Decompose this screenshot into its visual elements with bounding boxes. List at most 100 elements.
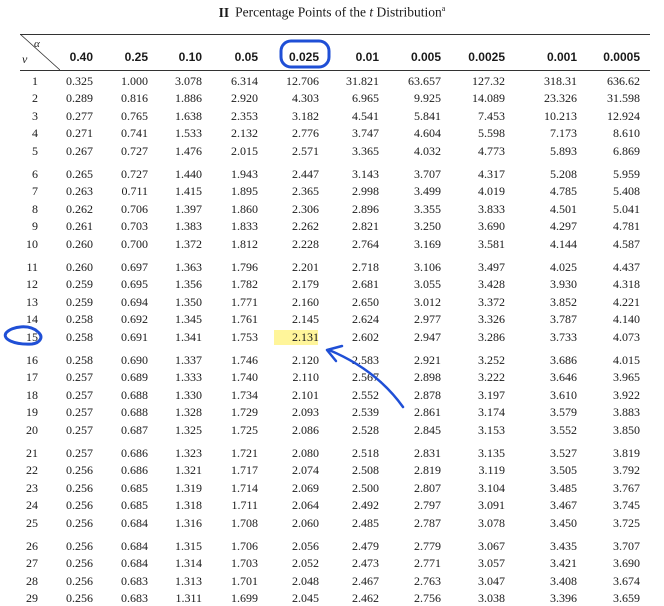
- table-cell: 0.700: [121, 236, 148, 251]
- table-cell: 2.898: [414, 370, 441, 385]
- table-cell: 2.539: [352, 405, 379, 420]
- row-df-label: 27: [26, 556, 38, 571]
- table-cell: 3.747: [352, 126, 379, 141]
- table-cell: 2.110: [292, 370, 319, 385]
- table-cell: 0.695: [121, 277, 148, 292]
- table-cell: 2.878: [414, 387, 441, 402]
- row-df-label: 10: [26, 236, 38, 251]
- table-cell: 3.707: [613, 539, 640, 553]
- table-cell: 2.160: [292, 294, 319, 309]
- table-cell: 2.602: [352, 329, 379, 344]
- table-cell: 0.325: [66, 74, 93, 88]
- table-cell: 1.711: [231, 498, 258, 513]
- table-cell: 3.450: [550, 515, 577, 530]
- table-cell: 2.718: [352, 260, 379, 274]
- table-cell: 7.453: [478, 108, 505, 123]
- table-cell: 1.833: [231, 219, 258, 234]
- table-cell: 3.725: [613, 515, 640, 530]
- table-cell: 6.314: [231, 74, 258, 88]
- table-cell: 0.256: [66, 498, 93, 513]
- table-cell: 2.552: [352, 387, 379, 402]
- table-cell: 4.501: [550, 201, 577, 216]
- row-df-label: 11: [26, 260, 38, 274]
- table-cell: 0.262: [66, 201, 93, 216]
- row-df-label: 4: [32, 126, 38, 141]
- row-df-label: 16: [26, 353, 38, 367]
- table-cell: 1.706: [231, 539, 258, 553]
- table-cell: 3.252: [478, 353, 505, 367]
- table-cell: 1.753: [231, 329, 258, 344]
- table-cell: 0.727: [121, 143, 148, 158]
- table-cell: 2.776: [292, 126, 319, 141]
- table-cell: 1.341: [175, 329, 202, 344]
- table-cell: 1.325: [175, 422, 202, 437]
- table-cell: 2.920: [231, 91, 258, 106]
- table-cell: 2.101: [292, 387, 319, 402]
- table-cell: 0.256: [66, 480, 93, 495]
- table-cell: 1.533: [175, 126, 202, 141]
- row-df-label: 8: [32, 201, 38, 216]
- nu-label: ν: [22, 52, 28, 66]
- table-cell: 3.104: [478, 480, 505, 495]
- table-cell: 4.015: [613, 353, 640, 367]
- table-cell: 2.500: [352, 480, 379, 495]
- table-cell: 0.257: [66, 422, 93, 437]
- table-cell: 3.057: [478, 556, 505, 571]
- column-header: 0.025: [288, 50, 319, 64]
- table-cell: 2.074: [292, 463, 319, 478]
- table-cell: 3.106: [414, 260, 441, 274]
- row-df-label: 26: [26, 539, 38, 553]
- table-cell: 0.684: [121, 556, 148, 571]
- table-cell: 1.345: [175, 312, 202, 327]
- table-cell: 1.350: [175, 294, 202, 309]
- row-df-label: 6: [32, 167, 38, 181]
- column-header: 0.001: [546, 50, 577, 64]
- table-cell: 1.761: [231, 312, 258, 327]
- table-cell: 0.260: [66, 236, 93, 251]
- table-cell: 5.408: [613, 184, 640, 199]
- table-cell: 3.222: [478, 370, 505, 385]
- table-cell: 5.841: [414, 108, 441, 123]
- table-cell: 2.201: [292, 260, 319, 274]
- table-cell: 1.330: [175, 387, 202, 402]
- table-cell: 0.686: [121, 446, 148, 460]
- row-df-label: 22: [26, 463, 38, 478]
- table-cell: 2.571: [292, 143, 319, 158]
- table-cell: 3.250: [414, 219, 441, 234]
- table-cell: 3.505: [550, 463, 577, 478]
- table-cell: 2.831: [414, 446, 441, 460]
- table-cell: 0.256: [66, 539, 93, 553]
- table-cell: 2.845: [414, 422, 441, 437]
- table-cell: 4.025: [550, 260, 577, 274]
- table-cell: 1.321: [175, 463, 202, 478]
- table-cell: 3.182: [292, 108, 319, 123]
- row-df-label: 20: [26, 422, 38, 437]
- table-cell: 3.153: [478, 422, 505, 437]
- table-cell: 2.779: [414, 539, 441, 553]
- table-cell: 0.256: [66, 573, 93, 588]
- table-cell: 0.688: [121, 387, 148, 402]
- table-cell: 2.807: [414, 480, 441, 495]
- table-cell: 0.692: [121, 312, 148, 327]
- table-cell: 3.435: [550, 539, 577, 553]
- table-cell: 1.311: [175, 591, 202, 606]
- table-cell: 1.333: [175, 370, 202, 385]
- table-cell: 2.977: [414, 312, 441, 327]
- table-cell: 1.717: [231, 463, 258, 478]
- row-df-label: 7: [32, 184, 38, 199]
- table-cell: 3.552: [550, 422, 577, 437]
- row-df-label: 13: [26, 294, 38, 309]
- table-cell: 2.821: [352, 219, 379, 234]
- table-cell: 3.497: [478, 260, 505, 274]
- table-cell: 6.869: [613, 143, 640, 158]
- table-cell: 2.060: [292, 515, 319, 530]
- table-cell: 3.690: [613, 556, 640, 571]
- table-number: II: [218, 4, 230, 20]
- column-header: 0.0005: [603, 50, 640, 64]
- table-cell: 1.721: [231, 446, 258, 460]
- table-cell: 3.485: [550, 480, 577, 495]
- table-cell: 2.048: [292, 573, 319, 588]
- table-cell: 31.598: [607, 91, 640, 106]
- table-cell: 2.485: [352, 515, 379, 530]
- table-cell: 6.965: [352, 91, 379, 106]
